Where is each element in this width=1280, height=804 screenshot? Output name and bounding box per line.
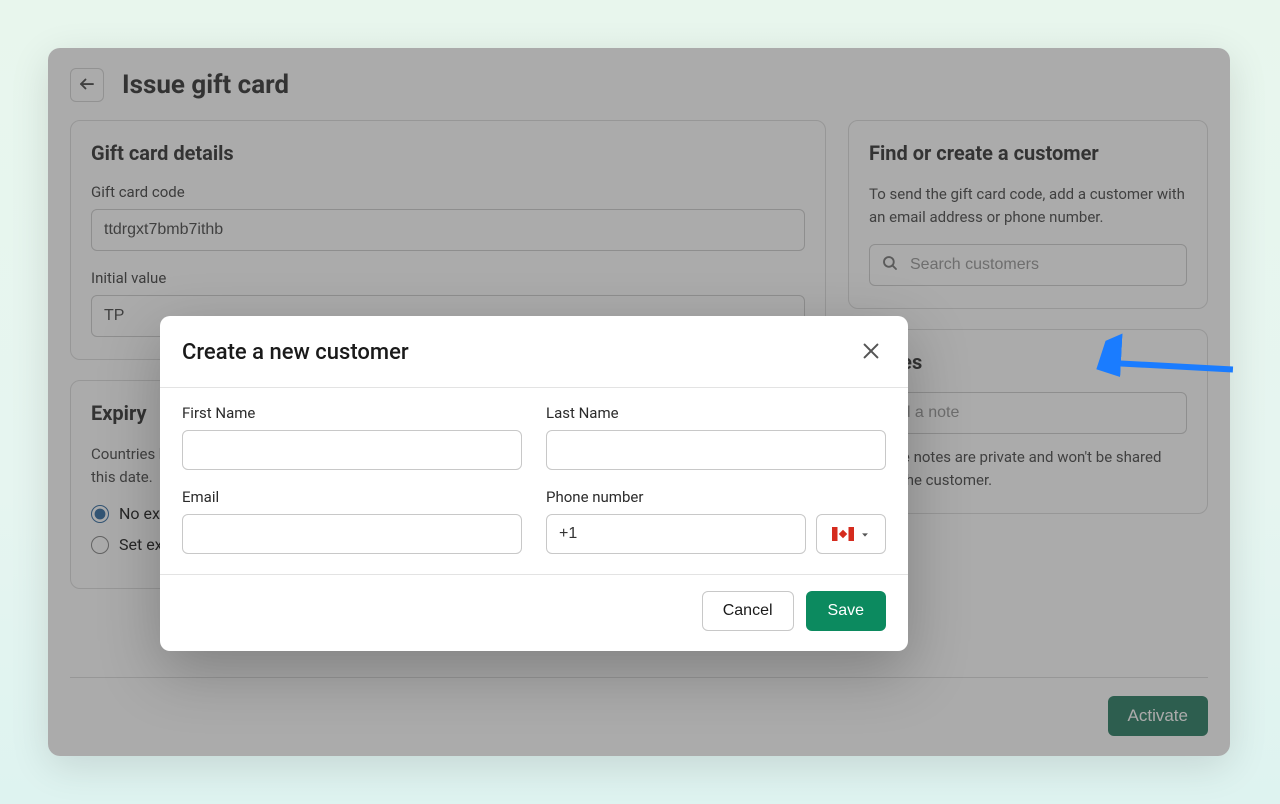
details-heading: Gift card details [91,141,805,165]
customer-help: To send the gift card code, add a custom… [869,183,1187,228]
modal-header: Create a new customer [160,316,908,387]
page-title: Issue gift card [122,70,289,100]
phone-label: Phone number [546,488,886,506]
initial-value-label: Initial value [91,269,805,287]
notes-help: These notes are private and won't be sha… [869,446,1187,491]
modal-footer: Cancel Save [160,575,908,651]
modal-title: Create a new customer [182,340,409,365]
phone-input[interactable] [546,514,806,554]
close-icon [860,350,882,365]
phone-country-select[interactable] [816,514,886,554]
modal-body: First Name Last Name Email Phone number [160,388,908,574]
email-field: Email [182,488,522,554]
search-icon [881,254,899,276]
first-name-input[interactable] [182,430,522,470]
customer-search-input[interactable] [869,244,1187,286]
last-name-input[interactable] [546,430,886,470]
expiry-radio-set[interactable] [91,536,109,554]
email-label: Email [182,488,522,506]
modal-close-button[interactable] [856,336,886,369]
gift-card-code-input[interactable] [91,209,805,251]
first-name-field: First Name [182,404,522,470]
save-button[interactable]: Save [806,591,886,631]
page-header: Issue gift card [70,68,1208,102]
cancel-button[interactable]: Cancel [702,591,794,631]
page-footer: Activate [70,677,1208,736]
arrow-left-icon [78,75,96,96]
create-customer-modal: Create a new customer First Name Last Na… [160,316,908,651]
last-name-label: Last Name [546,404,886,422]
customer-search-wrap [869,244,1187,286]
notes-input[interactable] [869,392,1187,434]
first-name-label: First Name [182,404,522,422]
gift-card-code-field: Gift card code [91,183,805,251]
activate-button[interactable]: Activate [1108,696,1208,736]
email-input[interactable] [182,514,522,554]
back-button[interactable] [70,68,104,102]
gift-card-code-label: Gift card code [91,183,805,201]
expiry-radio-none[interactable] [91,505,109,523]
flag-canada-icon [832,527,854,541]
customer-heading: Find or create a customer [869,141,1187,165]
chevron-down-icon [860,525,870,544]
phone-field: Phone number [546,488,886,554]
last-name-field: Last Name [546,404,886,470]
notes-heading: Notes [869,350,1187,374]
customer-card: Find or create a customer To send the gi… [848,120,1208,309]
